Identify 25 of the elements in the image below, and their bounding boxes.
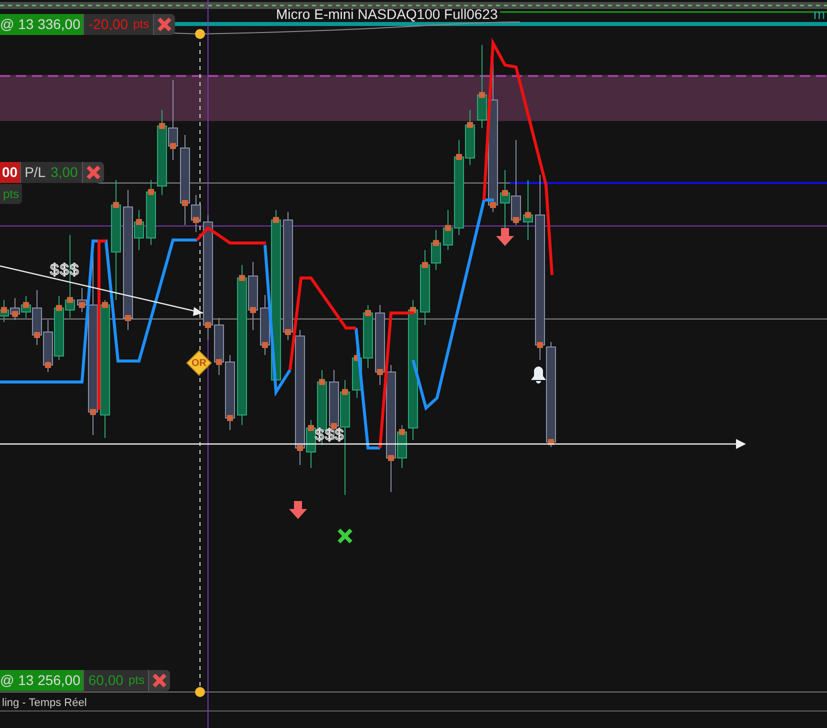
anchor-dot[interactable]: [195, 687, 205, 697]
position-unit: pts: [0, 184, 22, 204]
status-text: ling - Temps Réel: [2, 697, 87, 709]
cross-icon: [337, 528, 353, 544]
candle: [0, 300, 9, 322]
anchor-dot[interactable]: [195, 29, 205, 39]
candle: [523, 180, 533, 240]
bell-icon: [531, 366, 546, 384]
order-price[interactable]: @ 13 256,00: [0, 670, 84, 691]
candle: [10, 298, 20, 320]
candle: [363, 304, 373, 368]
candle: [43, 320, 53, 372]
order-profit-loss: 60,00 pts: [83, 670, 148, 691]
close-icon[interactable]: [153, 14, 176, 35]
down-arrow-icon: [289, 501, 307, 519]
close-icon[interactable]: [148, 670, 170, 691]
order-profit-loss: -20,00 pts: [83, 14, 154, 35]
instrument-title: Micro E-mini NASDAQ100 Full0623: [276, 6, 498, 22]
order-price[interactable]: @ 13 336,00: [0, 14, 84, 35]
candle: [54, 296, 64, 360]
down-arrow-icon: [496, 228, 514, 246]
position-profit-loss: P/L 3,00: [20, 162, 82, 183]
close-icon[interactable]: [82, 162, 104, 183]
candle: [146, 180, 156, 246]
position-quantity: 00: [0, 162, 20, 183]
